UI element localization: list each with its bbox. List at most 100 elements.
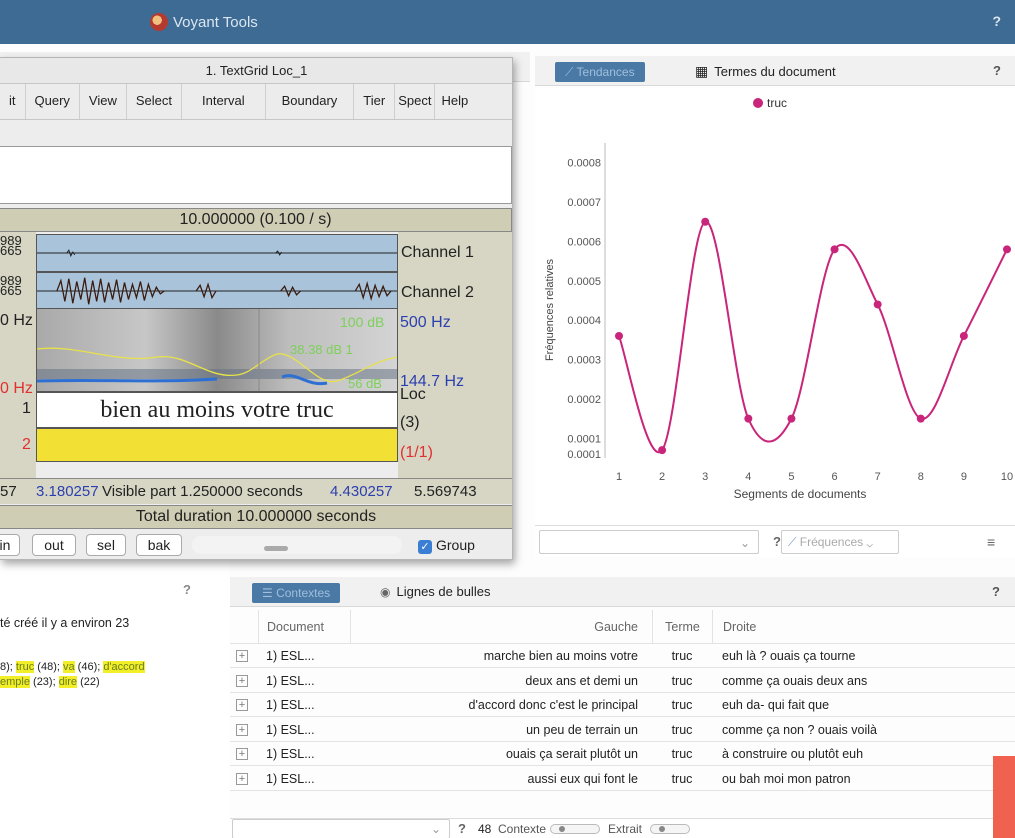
menu-view[interactable]: View: [80, 84, 127, 119]
table-row[interactable]: +1) ESL... d'accord donc c'est le princip…: [230, 693, 1015, 717]
data-point[interactable]: [701, 217, 710, 226]
left-hz-top: 0 Hz: [0, 312, 33, 329]
menu-boundary[interactable]: Boundary: [266, 84, 355, 119]
zoom-in-button[interactable]: in: [0, 534, 20, 556]
data-point[interactable]: [916, 414, 925, 423]
chart-toolbar-help[interactable]: ?: [773, 534, 781, 549]
expand-row-icon[interactable]: +: [236, 674, 248, 687]
tier-2-selected-interval[interactable]: [36, 428, 398, 462]
summary-help[interactable]: ?: [183, 582, 191, 597]
praat-text-field[interactable]: [0, 146, 512, 204]
term-count-truc: (48);: [34, 661, 63, 673]
chart-legend: truc: [753, 96, 787, 110]
scrollbar-thumb[interactable]: [264, 546, 288, 551]
table-row[interactable]: +1) ESL... deux ans et demi un truc comme ç…: [230, 669, 1015, 693]
contexts-panel-help[interactable]: ?: [992, 584, 1000, 599]
menu-query[interactable]: Query: [26, 84, 80, 119]
waveform-1-svg: [37, 249, 397, 258]
cell-term[interactable]: truc: [652, 742, 712, 766]
series-points: [615, 217, 1011, 455]
col-header-document[interactable]: Document: [258, 610, 350, 644]
expand-row-icon[interactable]: +: [236, 748, 248, 760]
col-header-term[interactable]: Terme: [652, 610, 712, 644]
frequencies-button[interactable]: ⟋ Fréquences ⌄: [781, 530, 899, 554]
table-row[interactable]: +1) ESL... aussi eux qui font le truc ou ba…: [230, 767, 1015, 791]
menu-tier[interactable]: Tier: [354, 84, 396, 119]
menu-icon[interactable]: ≡: [987, 534, 995, 550]
data-point[interactable]: [959, 331, 968, 340]
menu-spect[interactable]: Spect: [395, 84, 436, 119]
x-axis-label: Segments de documents: [734, 487, 867, 501]
x-tick-label: 2: [659, 471, 665, 483]
term-link-exemple[interactable]: emple: [0, 676, 30, 688]
chart-panel-help[interactable]: ?: [993, 63, 1001, 78]
col-header-left[interactable]: Gauche: [350, 610, 652, 644]
term-link-dire[interactable]: dire: [58, 676, 78, 688]
data-point[interactable]: [658, 446, 667, 455]
cell-right-context: à construire ou plutôt euh: [722, 747, 864, 761]
expand-row-icon[interactable]: +: [236, 650, 248, 662]
extract-slider-thumb[interactable]: [659, 826, 665, 832]
expand-row-icon[interactable]: +: [236, 699, 248, 711]
cell-term[interactable]: truc: [652, 693, 712, 717]
data-point[interactable]: [744, 414, 753, 423]
tab-bubble-lines[interactable]: ◉ Lignes de bulles: [380, 584, 490, 599]
app-help-button[interactable]: ?: [992, 13, 1001, 29]
left-hz-bottom: 0 Hz: [0, 380, 33, 397]
term-link-va[interactable]: va: [62, 661, 75, 673]
tab-trends-label: Tendances: [576, 65, 635, 79]
app-brand[interactable]: Voyant Tools: [150, 13, 258, 31]
waveform-channel-1[interactable]: [36, 234, 398, 272]
expand-row-icon[interactable]: +: [236, 723, 248, 736]
contexts-toolbar-help[interactable]: ?: [458, 821, 466, 836]
data-point[interactable]: [873, 300, 882, 309]
term-link-daccord[interactable]: d'accord: [103, 661, 145, 673]
cell-term[interactable]: truc: [652, 669, 712, 693]
menu-edit[interactable]: it: [0, 84, 26, 119]
cell-term[interactable]: truc: [652, 644, 712, 668]
term-search-combo[interactable]: ⌄: [539, 530, 759, 554]
horizontal-scrollbar[interactable]: [192, 536, 402, 554]
zoom-back-button[interactable]: bak: [136, 534, 182, 556]
table-row[interactable]: +1) ESL... ouais ça serait plutôt un truc à…: [230, 742, 1015, 766]
expand-row-icon[interactable]: +: [236, 772, 248, 785]
table-row[interactable]: +1) ESL... un peu de terrain un truc comme …: [230, 718, 1015, 742]
group-checkbox[interactable]: ✓ Group: [418, 537, 475, 554]
praat-zoom-buttons: in out sel bak ✓ Group: [0, 532, 512, 559]
zoom-out-button[interactable]: out: [32, 534, 76, 556]
context-slider[interactable]: [550, 824, 600, 834]
context-search-combo[interactable]: ⌄: [232, 819, 450, 838]
y-tick-label: 0.0006: [567, 236, 601, 248]
data-point[interactable]: [615, 331, 623, 340]
data-point[interactable]: [1003, 245, 1011, 254]
praat-time-bar: 10.000000 (0.100 / s): [0, 208, 512, 232]
tab-contexts[interactable]: ☰ Contextes: [252, 583, 341, 603]
zoom-sel-button[interactable]: sel: [86, 534, 126, 556]
bottom-right-value: 5.569743: [414, 483, 477, 500]
menu-help[interactable]: Help: [435, 84, 474, 119]
menu-interval[interactable]: Interval: [182, 84, 266, 119]
waveform-channel-2[interactable]: [36, 272, 398, 310]
praat-textgrid-window[interactable]: 1. TextGrid Loc_1 it Query View Select I…: [0, 57, 513, 560]
table-row[interactable]: +1) ESL... marche bien au moins votre truc…: [230, 644, 1015, 668]
extract-slider[interactable]: [650, 824, 690, 834]
term-link-truc[interactable]: truc: [15, 661, 35, 673]
data-point[interactable]: [830, 245, 839, 254]
menu-select[interactable]: Select: [127, 84, 182, 119]
trends-chart: truc 0.0001 0.0001 0.0002 0.0003 0.0004 0.000…: [535, 88, 1015, 525]
tier-1-interval[interactable]: bien au moins votre truc: [36, 392, 398, 428]
terms-prefix: 8);: [0, 661, 16, 673]
cell-term[interactable]: truc: [652, 718, 712, 742]
left-tier-2-number: 2: [22, 436, 31, 453]
data-point[interactable]: [787, 414, 796, 423]
context-slider-thumb[interactable]: [559, 826, 565, 832]
tier-2-count-label: (1/1): [400, 444, 433, 461]
tab-document-terms[interactable]: ▦ Termes du document: [695, 63, 836, 80]
cell-document: 1) ESL...: [266, 698, 315, 712]
tab-trends[interactable]: ⟋ Tendances: [555, 62, 645, 82]
x-tick-label: 9: [961, 471, 967, 483]
cell-term[interactable]: truc: [652, 767, 712, 791]
col-header-right[interactable]: Droite: [712, 610, 1012, 644]
green-label-2: 38.38 dB 1: [290, 342, 353, 357]
green-label-3: 56 dB: [348, 376, 382, 391]
